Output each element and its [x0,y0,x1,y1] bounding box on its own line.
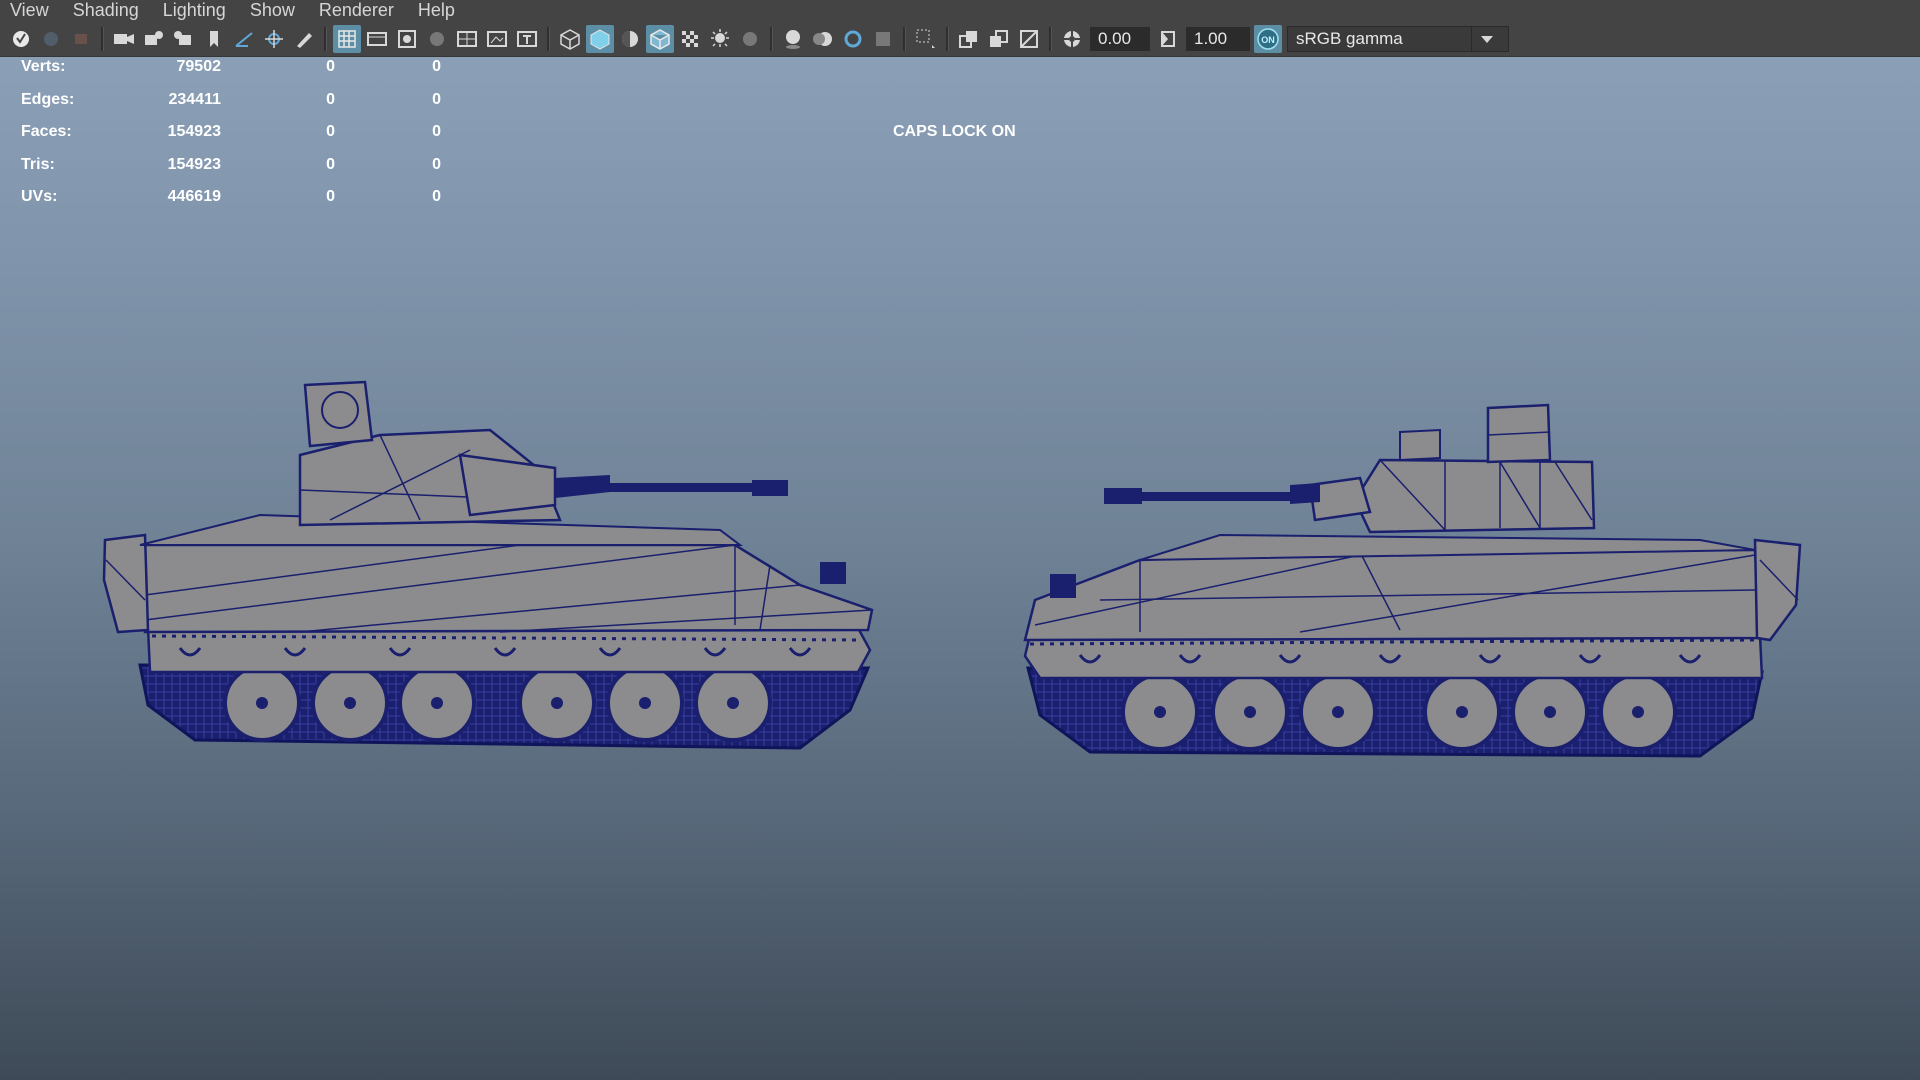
toolbar-separator [324,26,327,51]
shadows-icon[interactable] [736,25,764,53]
xray-joints-icon[interactable] [985,25,1013,53]
ifv-mesh-left[interactable] [102,380,874,750]
exposure-field[interactable] [1090,26,1150,51]
toolbar-separator [770,26,773,51]
safe-title-icon[interactable] [513,25,541,53]
field-chart-icon[interactable] [453,25,481,53]
anti-aliasing-icon[interactable] [839,25,867,53]
wireframe-icon[interactable] [556,25,584,53]
caps-lock-indicator: CAPS LOCK ON [893,123,1016,140]
menu-renderer[interactable]: Renderer [307,0,406,21]
film-gate-icon[interactable] [363,25,391,53]
xray-active-icon[interactable] [1015,25,1043,53]
toolbar-separator [903,26,906,51]
depth-of-field-icon[interactable] [869,25,897,53]
xray-icon[interactable] [955,25,983,53]
film-camera-icon[interactable] [110,25,138,53]
color-management-toggle-label: ON [1261,35,1275,45]
use-all-lights-icon[interactable] [706,25,734,53]
toolbar-separator [547,26,550,51]
bookmarks-icon[interactable] [140,25,168,53]
wireframe-on-shaded-icon[interactable] [646,24,674,53]
motion-blur-icon[interactable] [809,25,837,53]
colorspace-label: sRGB gamma [1296,28,1403,48]
gate-mask-icon[interactable] [423,25,451,53]
resolution-gate-icon[interactable] [393,25,421,53]
menu-lighting[interactable]: Lighting [151,0,238,21]
menu-view[interactable]: View [0,0,61,21]
menu-shading[interactable]: Shading [61,0,151,21]
hud-selected-tris-value: 0 [432,155,441,173]
exposure-icon[interactable] [1058,25,1086,53]
toolbar-separator [1049,26,1052,51]
gamma-field[interactable] [1186,26,1250,51]
color-management-icon[interactable]: ON [1254,24,1282,53]
toolbar-separator [946,26,949,51]
select-camera-icon[interactable] [7,25,35,53]
safe-action-icon[interactable] [483,25,511,53]
lock-camera-icon[interactable] [37,25,65,53]
gamma-icon[interactable] [1154,25,1182,53]
image-plane-icon[interactable] [170,25,198,53]
menu-show[interactable]: Show [238,0,307,21]
camera-attributes-icon[interactable] [67,25,95,53]
isolate-select-icon[interactable] [912,25,940,53]
colorspace-dropdown[interactable]: sRGB gamma [1287,25,1509,52]
screen-space-ao-icon[interactable] [779,25,807,53]
ifv-mesh-right[interactable] [1023,403,1802,758]
menu-help[interactable]: Help [406,0,467,21]
chevron-down-icon[interactable] [1471,26,1502,51]
hud-selected-tris-value: 0 [432,188,441,205]
toolbar-separator [101,26,104,51]
panel-menubar: View Shading Lighting Show Renderer Help [0,0,1920,21]
panel-toolbar: ON sRGB gamma [0,21,1920,57]
two-d-pan-zoom-icon[interactable] [230,25,258,53]
viewport-3d[interactable]: Verts: 79502 0 0 Edges: 234411 0 0 Faces: 154923 0… [0,0,1920,1080]
hud-selected-tris-value: 0 [432,123,441,140]
move-tool-icon[interactable] [260,25,288,53]
textured-icon[interactable] [676,25,704,53]
hud-selected-tris-value: 0 [432,58,441,75]
smooth-shade-icon[interactable] [586,24,614,53]
default-material-icon[interactable] [616,25,644,53]
grid-icon[interactable] [333,24,361,53]
bookmark-flag-icon[interactable] [200,25,228,53]
grease-pencil-icon[interactable] [290,25,318,53]
hud-selected-tris-value: 0 [432,90,441,108]
